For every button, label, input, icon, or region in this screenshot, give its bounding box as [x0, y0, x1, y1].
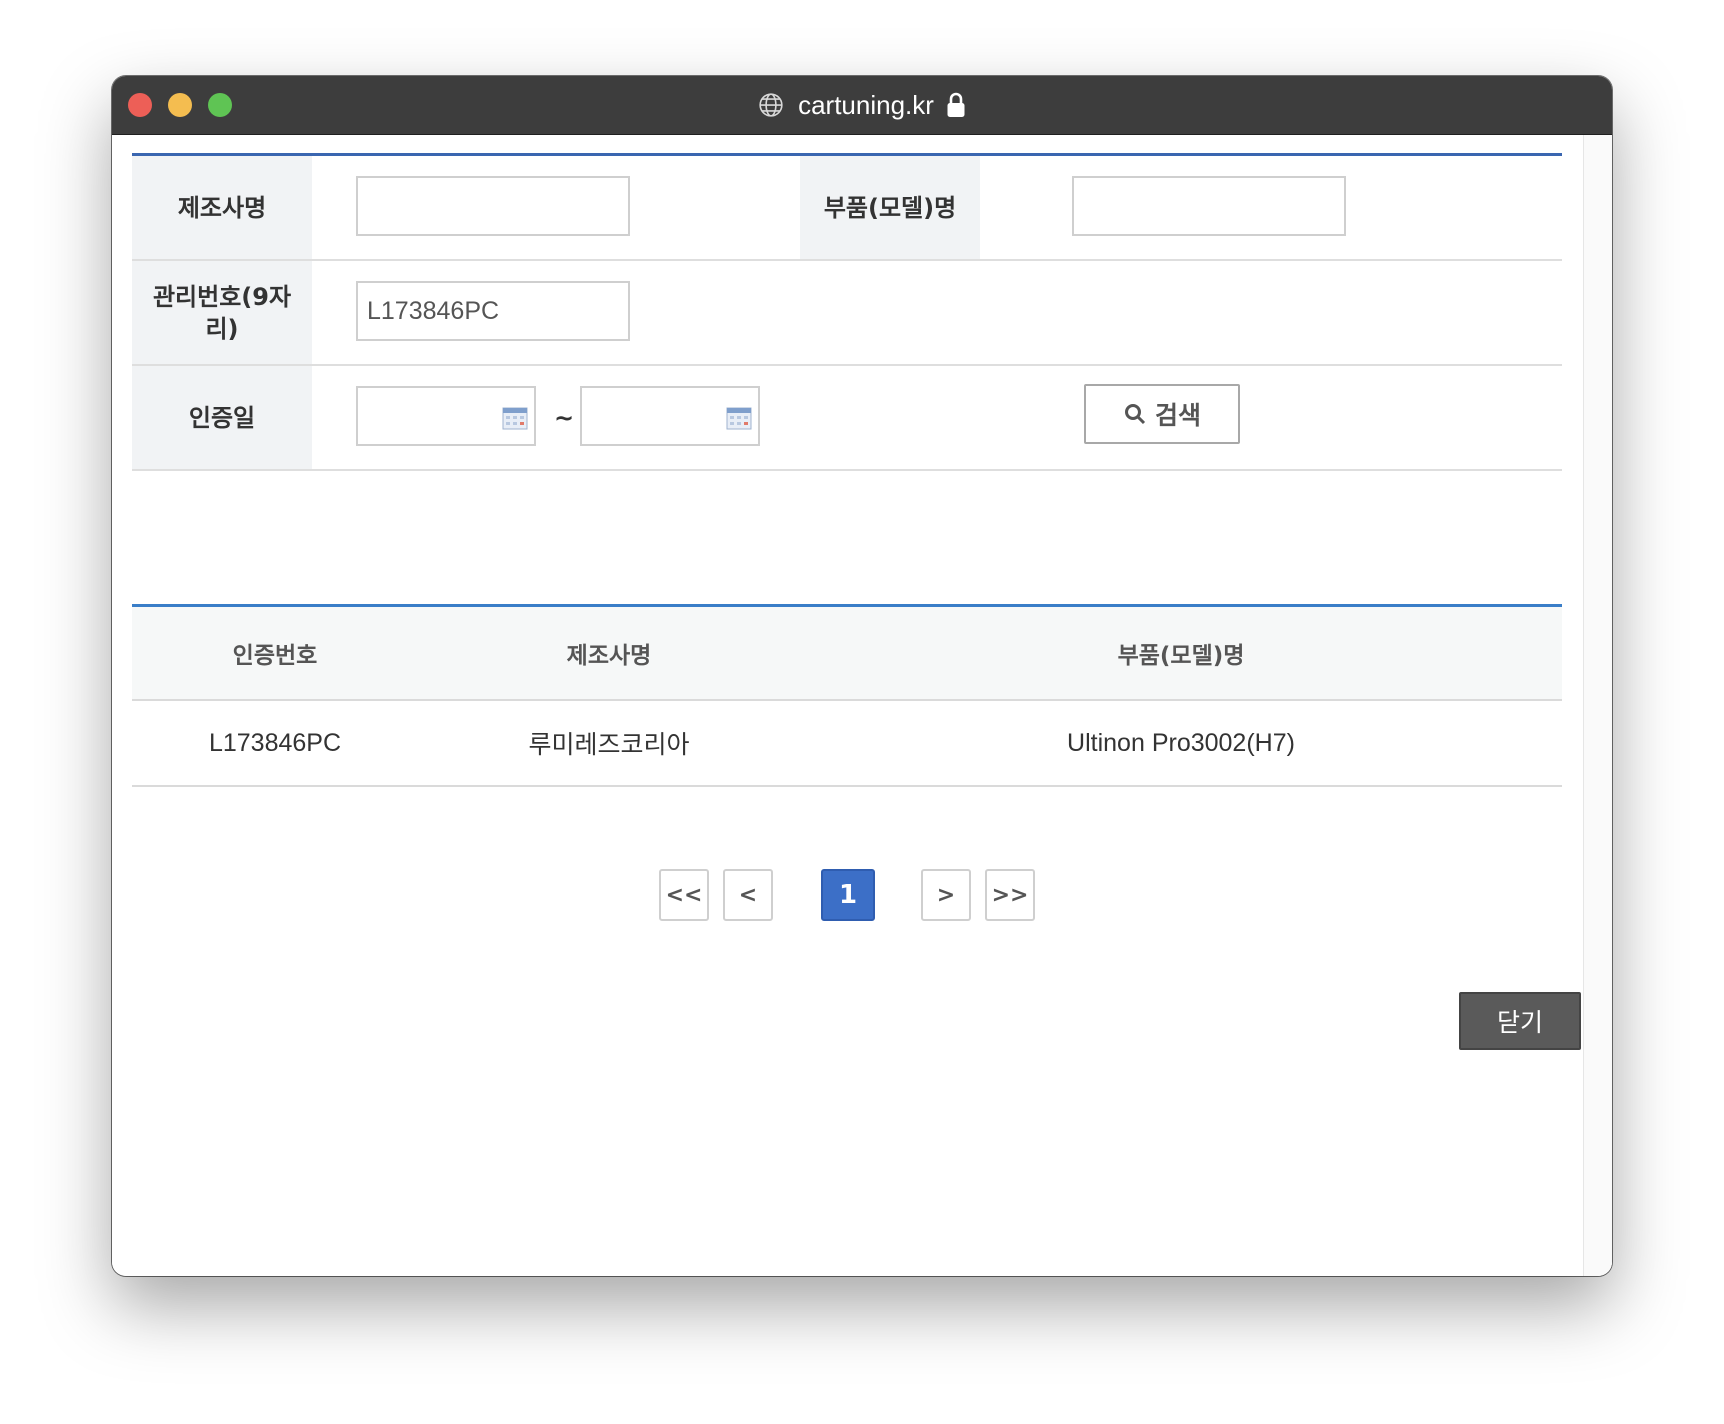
calendar-icon[interactable]	[726, 406, 752, 430]
table-header: 인증번호 제조사명 부품(모델)명	[132, 607, 1562, 701]
url-text: cartuning.kr	[798, 89, 934, 120]
form-row-manufacturer: 제조사명 부품(모델)명	[132, 156, 1562, 261]
manufacturer-label: 제조사명	[132, 156, 312, 259]
management-number-label: 관리번호(9자리)	[132, 261, 312, 364]
results-table: 인증번호 제조사명 부품(모델)명 L173846PC 루미레즈코리아 Ulti…	[132, 604, 1562, 787]
date-from-input[interactable]	[356, 386, 536, 446]
search-icon	[1124, 404, 1146, 425]
address-bar[interactable]: cartuning.kr	[112, 76, 1612, 134]
search-button[interactable]: 검색	[1084, 384, 1240, 444]
browser-window: cartuning.kr 제조사명 부품(모델)명 관리번호(9자리) L173…	[112, 76, 1612, 1276]
pagination: << < 1 > >>	[112, 869, 1612, 921]
column-header-cert-number: 인증번호	[232, 643, 318, 669]
form-row-date: 인증일 ~ 검색	[132, 366, 1562, 471]
search-button-label: 검색	[1154, 401, 1201, 430]
page-content: 제조사명 부품(모델)명 관리번호(9자리) L173846PC 인증일 ~ 검…	[112, 135, 1612, 1276]
cell-cert-number: L173846PC	[208, 728, 342, 757]
date-separator: ~	[554, 404, 575, 432]
page-1-button[interactable]: 1	[821, 869, 875, 921]
column-header-part-name: 부품(모델)명	[1117, 643, 1245, 669]
search-form: 제조사명 부품(모델)명 관리번호(9자리) L173846PC 인증일 ~ 검…	[132, 153, 1562, 471]
form-row-management-number: 관리번호(9자리) L173846PC	[132, 261, 1562, 366]
management-number-input[interactable]: L173846PC	[356, 281, 630, 341]
lock-icon	[947, 92, 965, 117]
next-page-button[interactable]: >	[921, 869, 971, 921]
cell-manufacturer: 루미레즈코리아	[528, 731, 690, 759]
last-page-button[interactable]: >>	[985, 869, 1035, 921]
table-row[interactable]: L173846PC 루미레즈코리아 Ultinon Pro3002(H7)	[132, 701, 1562, 787]
part-input[interactable]	[1072, 176, 1346, 236]
prev-page-button[interactable]: <	[723, 869, 773, 921]
part-label: 부품(모델)명	[800, 156, 980, 259]
column-header-manufacturer: 제조사명	[566, 643, 652, 669]
date-to-input[interactable]	[580, 386, 760, 446]
calendar-icon[interactable]	[502, 406, 528, 430]
globe-icon	[759, 93, 783, 117]
manufacturer-input[interactable]	[356, 176, 630, 236]
cell-part-name: Ultinon Pro3002(H7)	[1067, 728, 1295, 757]
title-bar: cartuning.kr	[112, 76, 1612, 135]
first-page-button[interactable]: <<	[659, 869, 709, 921]
date-label: 인증일	[132, 366, 312, 469]
close-button[interactable]: 닫기	[1459, 992, 1581, 1050]
scrollbar[interactable]	[1583, 135, 1612, 1276]
